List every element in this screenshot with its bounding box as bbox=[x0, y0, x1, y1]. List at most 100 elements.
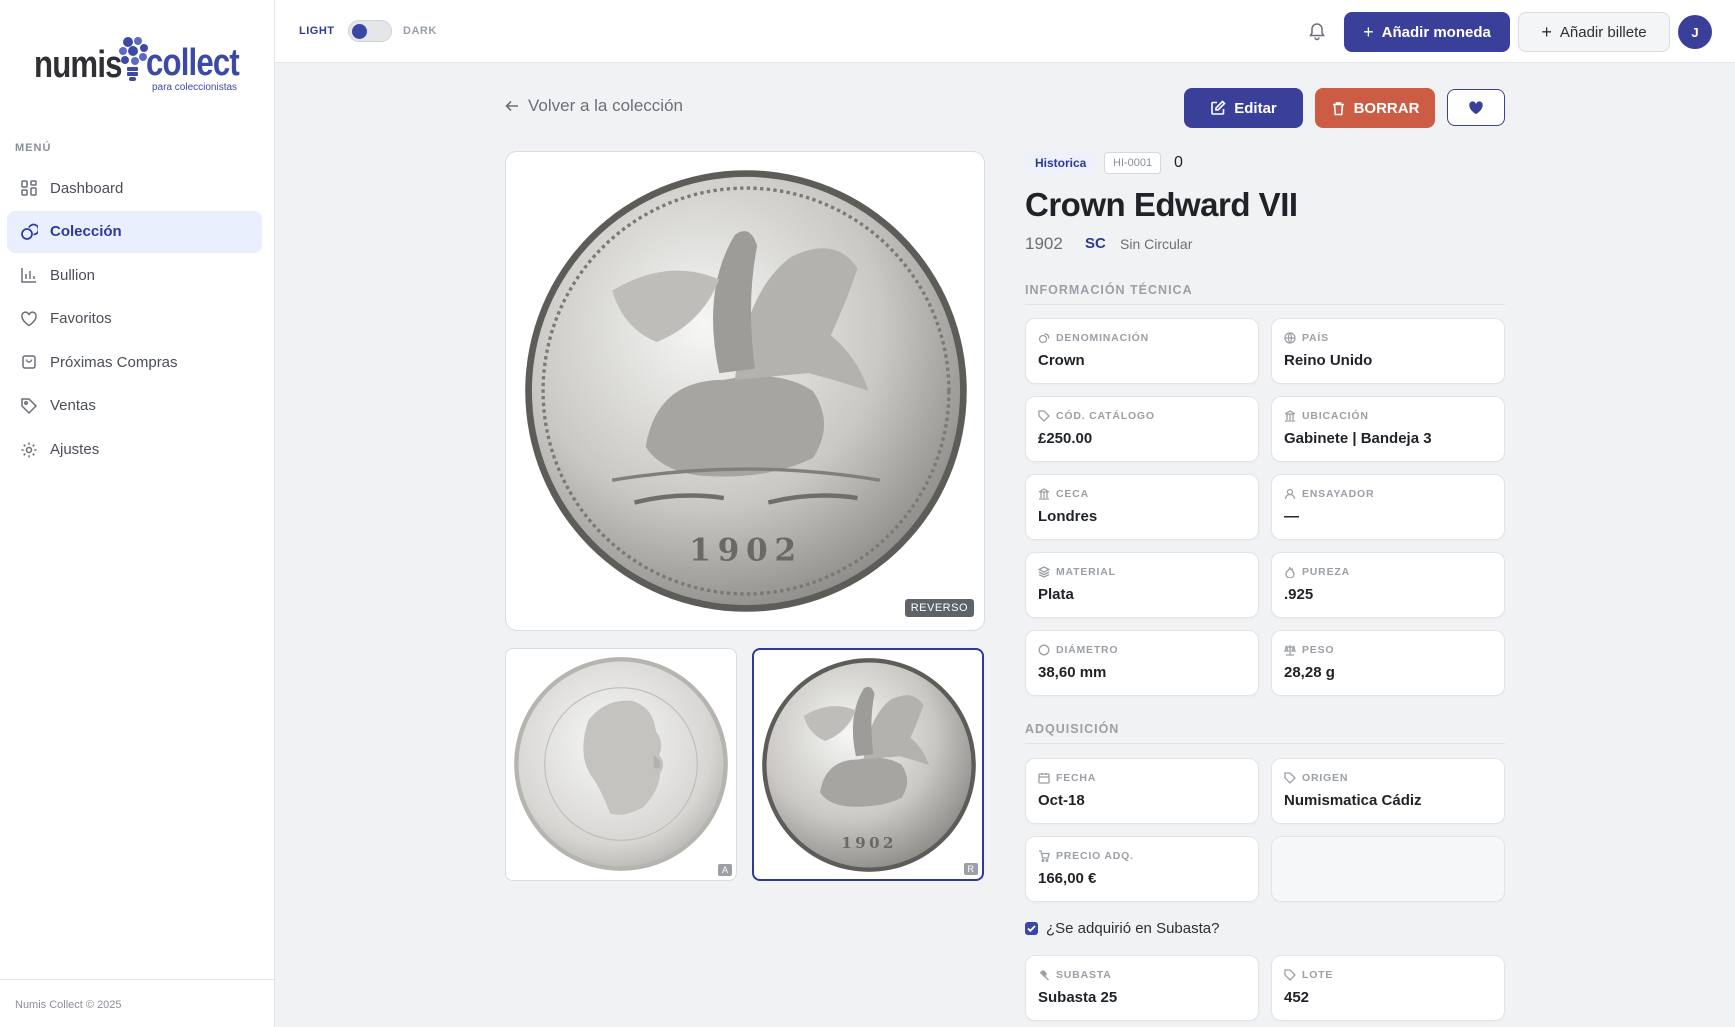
add-banknote-button[interactable]: + Añadir billete bbox=[1518, 12, 1670, 52]
check-icon bbox=[1027, 925, 1036, 933]
coins-icon bbox=[21, 223, 38, 240]
thumbnail-r-label: R bbox=[963, 863, 978, 875]
svg-text:1902: 1902 bbox=[841, 834, 897, 852]
field-label: DENOMINACIÓN bbox=[1056, 332, 1150, 344]
flame-icon bbox=[1285, 566, 1295, 578]
empty-card bbox=[1271, 836, 1505, 902]
field-label: PESO bbox=[1302, 644, 1335, 656]
tag-icon bbox=[1038, 410, 1050, 422]
coin-reverse-thumb-image: 1902 bbox=[762, 658, 976, 872]
tag-icon bbox=[1284, 772, 1296, 784]
add-coin-button[interactable]: + Añadir moneda bbox=[1344, 12, 1510, 52]
bell-icon[interactable] bbox=[1307, 21, 1327, 41]
field-value: 166,00 € bbox=[1038, 870, 1097, 887]
acquisition-heading: ADQUISICIÓN bbox=[1025, 722, 1505, 744]
thumbnail-reverse[interactable]: 1902 R bbox=[752, 648, 984, 881]
arrow-left-icon bbox=[505, 100, 518, 112]
field-value: Subasta 25 bbox=[1038, 989, 1118, 1006]
technical-info-heading: INFORMACIÓN TÉCNICA bbox=[1025, 283, 1505, 305]
field-value: Oct-18 bbox=[1038, 792, 1085, 809]
calendar-icon bbox=[1038, 773, 1050, 784]
field-label: ENSAYADOR bbox=[1302, 488, 1375, 500]
auction-checkbox[interactable] bbox=[1025, 922, 1038, 935]
reverse-badge: REVERSO bbox=[904, 599, 974, 617]
sidebar-item-label: Próximas Compras bbox=[50, 353, 178, 371]
sidebar-item-ajustes[interactable]: Ajustes bbox=[7, 429, 262, 471]
svg-text:1902: 1902 bbox=[689, 532, 803, 568]
edit-icon bbox=[1211, 100, 1226, 115]
add-coin-label: Añadir moneda bbox=[1381, 23, 1491, 41]
field-value: Plata bbox=[1038, 586, 1074, 603]
user-icon bbox=[1284, 488, 1296, 500]
field-label: PUREZA bbox=[1302, 566, 1350, 578]
sidebar-nav: Dashboard Colección Bullion Favoritos Pr… bbox=[7, 167, 262, 472]
sidebar-item-bullion[interactable]: Bullion bbox=[7, 254, 262, 296]
coins-icon bbox=[1038, 333, 1050, 344]
sidebar-footer: Numis Collect © 2025 bbox=[0, 979, 275, 1027]
thumbnail-a-label: A bbox=[717, 864, 732, 876]
delete-button[interactable]: BORRAR bbox=[1315, 88, 1435, 128]
field-cod-catalogo: CÓD. CATÁLOGO £250.00 bbox=[1025, 396, 1259, 462]
field-diametro: DIÁMETRO 38,60 mm bbox=[1025, 630, 1259, 696]
grade-code: SC bbox=[1085, 235, 1106, 252]
field-label: LOTE bbox=[1302, 969, 1334, 981]
coin-obverse-image bbox=[514, 657, 728, 871]
edit-button[interactable]: Editar bbox=[1184, 88, 1303, 128]
menu-heading: MENÚ bbox=[15, 142, 52, 154]
favorite-button[interactable] bbox=[1447, 89, 1505, 126]
tag-icon bbox=[1284, 969, 1296, 981]
circle-icon bbox=[1038, 644, 1050, 656]
field-value: — bbox=[1284, 508, 1299, 525]
category-badge: Historica bbox=[1024, 152, 1098, 174]
back-label: Volver a la colección bbox=[528, 96, 683, 115]
sidebar-item-coleccion[interactable]: Colección bbox=[7, 210, 262, 253]
field-label: SUBASTA bbox=[1056, 969, 1112, 981]
sidebar-item-label: Favoritos bbox=[50, 310, 112, 328]
sidebar-item-ventas[interactable]: Ventas bbox=[7, 385, 262, 427]
field-fecha: FECHA Oct-18 bbox=[1025, 758, 1259, 824]
field-ubicacion: UBICACIÓN Gabinete | Bandeja 3 bbox=[1271, 396, 1505, 462]
field-material: MATERIAL Plata bbox=[1025, 552, 1259, 618]
thumbnail-obverse[interactable]: A bbox=[505, 648, 737, 881]
field-value: Gabinete | Bandeja 3 bbox=[1284, 430, 1432, 447]
topbar: LIGHT DARK + Añadir moneda + Añadir bill… bbox=[275, 0, 1735, 63]
numis-collect-logo[interactable]: numis collect para coleccionistas bbox=[34, 34, 244, 94]
field-ceca: CECA Londres bbox=[1025, 474, 1259, 540]
cart-icon bbox=[1039, 850, 1050, 862]
field-label: PAÍS bbox=[1302, 332, 1329, 344]
field-label: PRECIO ADQ. bbox=[1056, 850, 1134, 862]
coin-reverse-image: 1902 bbox=[523, 168, 969, 614]
field-label: MATERIAL bbox=[1056, 566, 1116, 578]
sidebar-item-proximas-compras[interactable]: Próximas Compras bbox=[7, 341, 262, 383]
theme-dark-label: DARK bbox=[403, 25, 437, 37]
field-label: UBICACIÓN bbox=[1302, 410, 1369, 422]
auction-checkbox-label[interactable]: ¿Se adquirió en Subasta? bbox=[1046, 920, 1219, 937]
gear-icon bbox=[21, 442, 37, 458]
field-value: 452 bbox=[1284, 989, 1310, 1006]
page-title: Crown Edward VII bbox=[1025, 186, 1298, 223]
back-to-collection-link[interactable]: Volver a la colección bbox=[505, 96, 683, 116]
main-coin-image[interactable]: 1902 REVERSO bbox=[505, 151, 985, 631]
sidebar-item-dashboard[interactable]: Dashboard bbox=[7, 167, 262, 209]
trash-icon bbox=[1332, 101, 1344, 115]
heart-icon bbox=[21, 311, 37, 327]
field-subasta: SUBASTA Subasta 25 bbox=[1025, 955, 1259, 1021]
gavel-icon bbox=[1039, 970, 1049, 981]
field-label: ORIGEN bbox=[1302, 772, 1349, 784]
field-label: CÓD. CATÁLOGO bbox=[1056, 410, 1155, 422]
field-peso: PESO 28,28 g bbox=[1271, 630, 1505, 696]
grade-description: Sin Circular bbox=[1120, 236, 1193, 252]
logo-text-numis: numis bbox=[34, 44, 122, 86]
tag-icon bbox=[21, 398, 38, 415]
avatar[interactable]: J bbox=[1678, 15, 1712, 49]
delete-label: BORRAR bbox=[1353, 99, 1420, 117]
sidebar-item-label: Bullion bbox=[50, 266, 96, 284]
sidebar-item-favoritos[interactable]: Favoritos bbox=[7, 298, 262, 340]
field-ensayador: ENSAYADOR — bbox=[1271, 474, 1505, 540]
sidebar-item-label: Dashboard bbox=[50, 179, 124, 197]
building-icon bbox=[1284, 410, 1296, 422]
theme-toggle[interactable] bbox=[348, 20, 392, 42]
field-origen: ORIGEN Numismatica Cádiz bbox=[1271, 758, 1505, 824]
coin-id-badge: HI-0001 bbox=[1104, 152, 1162, 174]
sidebar-item-label: Ventas bbox=[50, 397, 96, 415]
